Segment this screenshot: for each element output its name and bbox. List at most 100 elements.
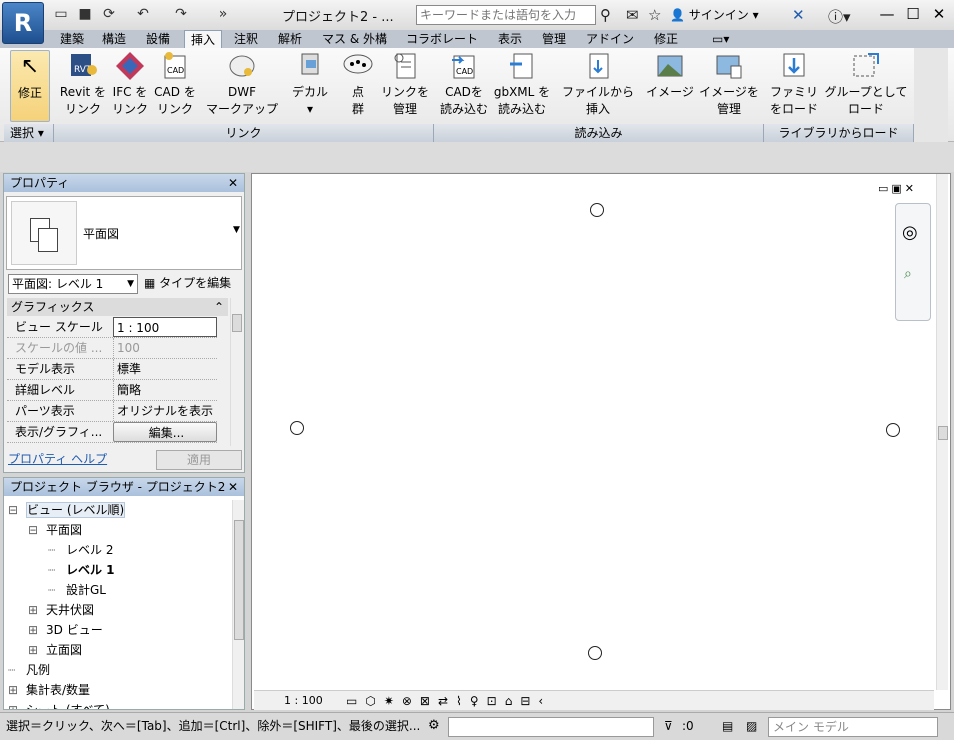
property-row[interactable]: 表示/グラフィ... 編集... (7, 422, 217, 443)
property-row[interactable]: 詳細レベル 簡略 (7, 380, 217, 401)
manage-links-button[interactable]: リンクを 管理 (378, 50, 432, 118)
sync-icon[interactable]: ⟳ (100, 5, 118, 23)
edit-type-button[interactable]: ▦ タイプを編集 (144, 274, 231, 292)
tree-item[interactable]: ┈ レベル 1 (8, 560, 230, 580)
design-options-icon[interactable]: ▤ (722, 713, 733, 739)
expand-toggle-icon[interactable]: ⊞ (28, 620, 46, 640)
tree-item[interactable]: ┈ 凡例 (8, 660, 230, 680)
design-option-dropdown[interactable]: メイン モデル (768, 717, 938, 737)
type-selector[interactable]: 平面図 ▼ (6, 196, 242, 270)
tree-item[interactable]: ⊟ 平面図 (8, 520, 230, 540)
binoculars-icon[interactable]: ⚲ (600, 6, 611, 24)
manage-images-button[interactable]: イメージを 管理 (698, 50, 760, 118)
search-input[interactable] (416, 5, 596, 25)
select-panel[interactable]: 選択 ▾ (4, 124, 54, 142)
expand-toggle-icon[interactable]: ⊞ (8, 680, 26, 700)
property-value[interactable]: 簡略 (113, 380, 217, 400)
app-menu-logo[interactable]: R (2, 2, 44, 44)
elevation-marker-west[interactable] (290, 421, 304, 435)
star-icon[interactable]: ☆ (648, 6, 661, 24)
import-cad-button[interactable]: CAD CADを 読み込む (438, 50, 490, 118)
tab-architecture[interactable]: 建築 (54, 30, 90, 48)
expand-toggle-icon[interactable]: ⊞ (28, 600, 46, 620)
property-value[interactable]: 標準 (113, 359, 217, 379)
tab-annotate[interactable]: 注釈 (228, 30, 264, 48)
link-revit-button[interactable]: RVT Revit をリンク (58, 50, 108, 118)
property-row[interactable]: パーツ表示 オリジナルを表示 (7, 401, 217, 422)
elevation-marker-east[interactable] (886, 423, 900, 437)
subscription-icon[interactable]: ✉ (626, 6, 639, 24)
zoom-icon[interactable]: ⌕ (904, 266, 912, 282)
image-button[interactable]: イメージ (642, 50, 698, 101)
filter-icon[interactable]: ⊽ (664, 713, 673, 739)
tree-item[interactable]: ⊟ ビュー (レベル順) (8, 500, 230, 520)
tree-item[interactable]: ┈ レベル 2 (8, 540, 230, 560)
decal-button[interactable]: デカル ▾ (286, 50, 334, 118)
workset-dropdown[interactable] (448, 717, 654, 737)
tree-item[interactable]: ⊞ 集計表/数量 (8, 680, 230, 700)
signin-button[interactable]: 👤 サインイン ▾ (670, 6, 759, 23)
import-gbxml-button[interactable]: gbXML を読み込む (492, 50, 552, 118)
tree-item[interactable]: ⊞シート (すべて) (8, 700, 230, 709)
close-icon[interactable]: ✕ (228, 174, 238, 192)
view-scale[interactable]: 1 : 100 (284, 691, 323, 711)
expand-toggle-icon[interactable]: ⊞ (28, 640, 46, 660)
tree-item[interactable]: ⊞ 立面図 (8, 640, 230, 660)
drawing-area[interactable]: ▭▣✕ (251, 173, 951, 710)
minimize-button[interactable]: — (876, 4, 898, 24)
elevation-marker-north[interactable] (590, 203, 604, 217)
steering-wheel-icon[interactable]: ◎ (902, 222, 918, 243)
tree-item[interactable]: ⊞ 3D ビュー (8, 620, 230, 640)
point-cloud-button[interactable]: 点群 (340, 50, 376, 118)
property-value[interactable]: 1 : 100 (113, 317, 217, 337)
properties-scrollbar[interactable] (230, 298, 242, 446)
tab-structure[interactable]: 構造 (96, 30, 132, 48)
tab-massing[interactable]: マス & 外構 (316, 30, 393, 48)
exchange-icon[interactable]: ✕ (792, 6, 805, 24)
tab-manage[interactable]: 管理 (536, 30, 572, 48)
tab-modify[interactable]: 修正 (648, 30, 684, 48)
close-button[interactable]: ✕ (928, 4, 950, 24)
dwf-markup-button[interactable]: DWF マークアップ (204, 50, 280, 118)
view-controls-icon[interactable]: ▭▣✕ (878, 182, 917, 195)
graphics-group[interactable]: グラフィックス ⌃ (7, 298, 228, 316)
tab-collaborate[interactable]: コラボレート (400, 30, 484, 48)
undo-icon[interactable]: ↶ (134, 5, 152, 23)
apply-button[interactable]: 適用 (156, 450, 242, 470)
property-value[interactable]: オリジナルを表示 (113, 401, 217, 421)
workset-icon[interactable]: ⚙ (428, 713, 440, 739)
tab-insert[interactable]: 挿入 (184, 30, 223, 48)
redo-icon[interactable]: ↷ (172, 5, 190, 23)
open-icon[interactable]: ▭ (52, 5, 70, 23)
tab-systems[interactable]: 設備 (140, 30, 176, 48)
expand-toggle-icon[interactable]: ⊟ (8, 500, 26, 520)
link-ifc-button[interactable]: IFC をリンク (108, 50, 152, 118)
expand-toggle-icon[interactable]: ⊟ (28, 520, 46, 540)
link-cad-button[interactable]: CAD CAD をリンク (152, 50, 198, 118)
editable-only-icon[interactable]: ▨ (746, 713, 757, 739)
property-row[interactable]: モデル表示 標準 (7, 359, 217, 380)
close-icon[interactable]: ✕ (228, 478, 238, 496)
properties-help-link[interactable]: プロパティ ヘルプ (8, 450, 107, 467)
view-control-icons[interactable]: ▭⬡✷⊗⊠⇄⌇♀⊡⌂⊟‹ (346, 691, 551, 711)
load-as-group-button[interactable]: グループとして ロード (822, 50, 910, 118)
tree-item[interactable]: ⊞ 天井伏図 (8, 600, 230, 620)
elevation-marker-south[interactable] (588, 646, 602, 660)
insert-from-file-button[interactable]: ファイルから 挿入 (558, 50, 638, 118)
tab-view[interactable]: 表示 (492, 30, 528, 48)
maximize-button[interactable]: ☐ (902, 4, 924, 24)
view-selector[interactable]: 平面図: レベル 1 ▼ (8, 274, 138, 294)
tab-addins[interactable]: アドイン (580, 30, 640, 48)
ribbon-toggle-icon[interactable]: ▭▾ (706, 30, 735, 48)
load-family-button[interactable]: ファミリ をロード (766, 50, 822, 118)
property-row[interactable]: ビュー スケール 1 : 100 (7, 317, 217, 338)
edit-graphics-button[interactable]: 編集... (113, 422, 217, 442)
browser-scrollbar[interactable] (232, 500, 244, 709)
tab-analyze[interactable]: 解析 (272, 30, 308, 48)
save-icon[interactable]: ■ (76, 5, 94, 23)
modify-button[interactable]: ↖ 修正 (10, 50, 50, 122)
expand-toggle-icon[interactable]: ⊞ (8, 700, 26, 709)
help-icon[interactable]: ⓘ▾ (828, 6, 851, 27)
more-icon[interactable]: » (214, 5, 232, 23)
view-scrollbar[interactable] (936, 174, 948, 690)
